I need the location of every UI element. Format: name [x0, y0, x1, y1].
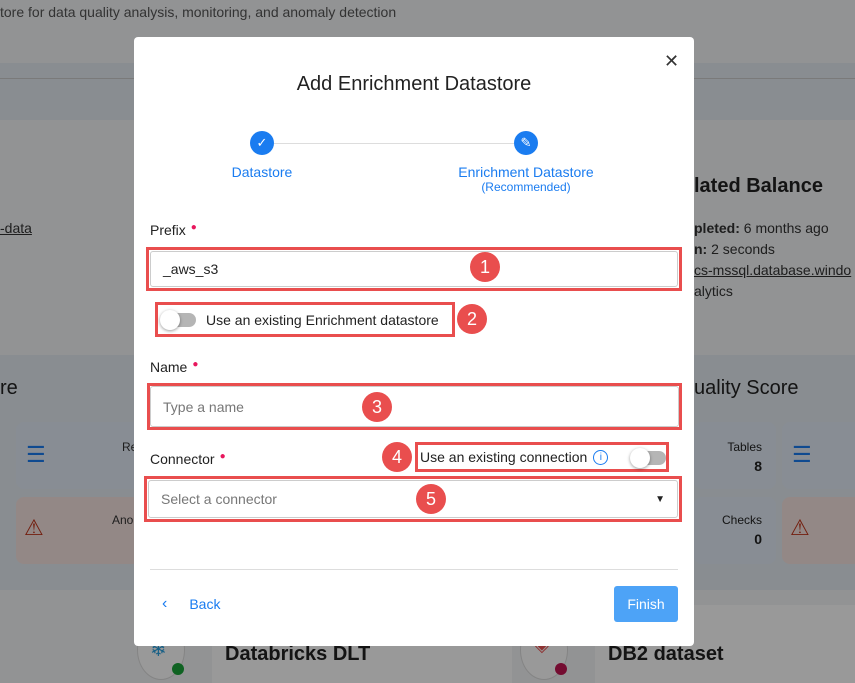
pencil-icon: ✎: [514, 131, 538, 155]
existing-connection-toggle[interactable]: [630, 448, 666, 468]
existing-enrichment-label: Use an existing Enrichment datastore: [206, 312, 439, 328]
annotation-badge-1: 1: [470, 252, 500, 282]
close-icon[interactable]: ✕: [664, 51, 679, 72]
prefix-label: Prefix: [150, 222, 186, 238]
name-label: Name: [150, 359, 188, 375]
connector-label: Connector: [150, 451, 215, 467]
existing-connection-label: Use an existing connection: [420, 449, 588, 465]
step-datastore: Datastore: [231, 164, 293, 180]
required-marker: ●: [192, 359, 199, 370]
existing-enrichment-toggle[interactable]: [160, 310, 196, 330]
prefix-input[interactable]: _aws_s3: [150, 251, 678, 287]
chevron-left-icon: ‹: [162, 595, 168, 612]
annotation-badge-2: 2: [457, 304, 487, 334]
annotation-badge-4: 4: [382, 442, 412, 472]
step-enrichment-sublabel: (Recommended): [481, 180, 571, 194]
stepper-line: [274, 143, 514, 144]
step-enrichment: Enrichment Datastore: [458, 164, 594, 180]
info-icon[interactable]: i: [593, 449, 609, 465]
annotation-badge-3: 3: [362, 392, 392, 422]
dropdown-caret-icon: ▼: [655, 493, 665, 505]
annotation-badge-5: 5: [416, 484, 446, 514]
check-icon: ✓: [250, 131, 274, 155]
add-enrichment-datastore-dialog: ✕ Add Enrichment Datastore ✓ ✎ Datastore…: [134, 37, 694, 646]
connector-select[interactable]: Select a connector ▼: [148, 480, 678, 518]
finish-button[interactable]: Finish: [614, 586, 678, 622]
footer-divider: [150, 569, 678, 570]
back-button[interactable]: ‹ Back: [162, 595, 220, 613]
name-input[interactable]: Type a name: [150, 386, 679, 427]
required-marker: ●: [219, 451, 226, 462]
required-marker: ●: [190, 222, 197, 233]
dialog-title: Add Enrichment Datastore: [296, 73, 532, 95]
